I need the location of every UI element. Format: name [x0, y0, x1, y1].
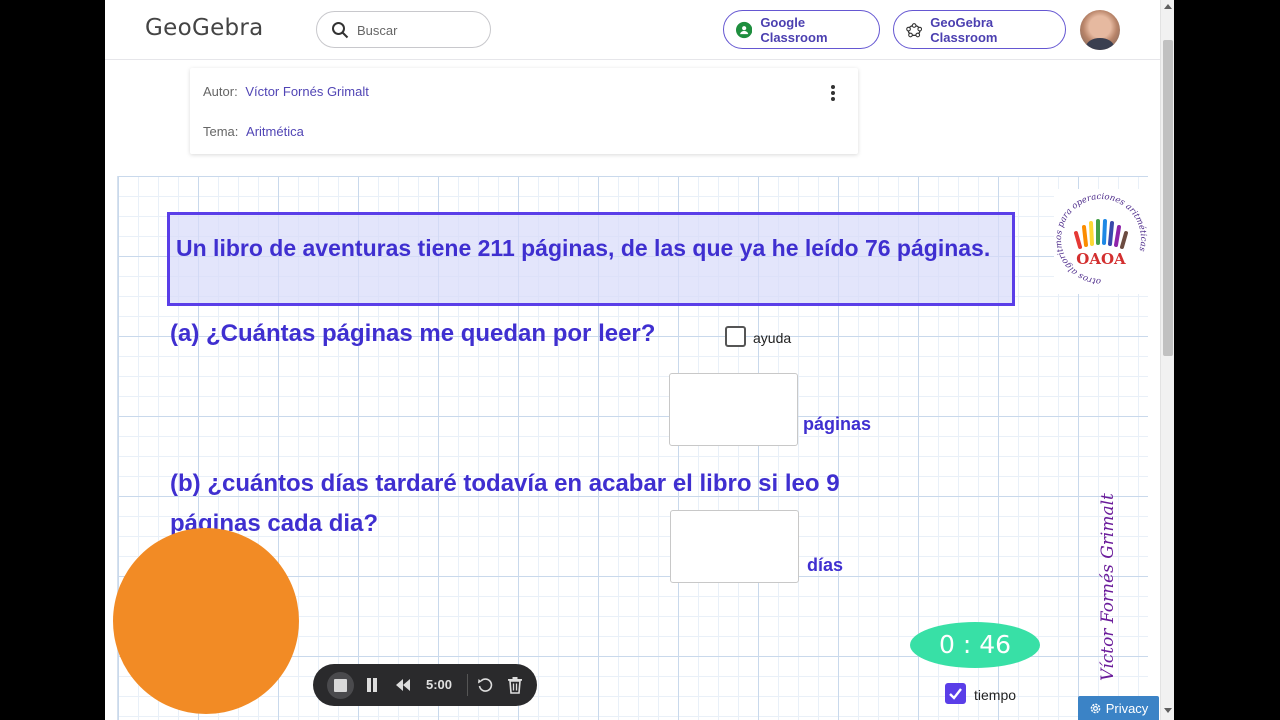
search-icon	[332, 22, 349, 39]
topic-link[interactable]: Aritmética	[246, 124, 304, 139]
geogebra-classroom-icon	[906, 22, 923, 37]
geogebra-classroom-label: GeoGebra Classroom	[930, 14, 998, 45]
timer-display: 0 : 46	[910, 622, 1040, 668]
rewind-icon[interactable]	[395, 678, 411, 692]
problem-statement-box: Un libro de aventuras tiene 211 páginas,…	[167, 212, 1015, 306]
author-row: Autor: Víctor Fornés Grimalt	[203, 84, 369, 99]
help-checkbox[interactable]	[725, 326, 746, 347]
geogebra-classroom-button[interactable]: GeoGebra Classroom	[893, 10, 1066, 49]
more-options-icon[interactable]	[826, 84, 840, 102]
topic-label: Tema:	[203, 124, 239, 139]
google-classroom-button[interactable]: Google Classroom	[723, 10, 880, 49]
stop-recording-button[interactable]	[327, 672, 354, 699]
scroll-up-icon[interactable]	[1164, 4, 1172, 9]
answer-a-unit: páginas	[803, 414, 872, 434]
trash-icon[interactable]	[507, 676, 523, 694]
author-link[interactable]: Víctor Fornés Grimalt	[245, 84, 369, 99]
author-signature-text: Víctor Fornés Grimalt	[1098, 493, 1118, 681]
scrollbar-thumb[interactable]	[1163, 40, 1173, 356]
site-header: GeoGebra Google Classroom	[105, 0, 1160, 60]
question-a: (a) ¿Cuántas páginas me quedan por leer?	[170, 320, 656, 347]
page-scrollbar[interactable]	[1160, 0, 1174, 720]
pause-icon[interactable]	[366, 678, 378, 692]
author-label: Autor:	[203, 84, 238, 99]
time-checkbox[interactable]	[945, 683, 966, 704]
answer-b-input[interactable]	[670, 510, 799, 583]
user-avatar[interactable]	[1080, 10, 1120, 50]
oaoa-logo: otros algoritmos para operaciones aritmé…	[1054, 189, 1149, 294]
geogebra-logo[interactable]: GeoGebra	[145, 15, 264, 41]
answer-b-unit: días	[807, 555, 844, 575]
screen-recorder-bar: 5:00	[313, 664, 537, 706]
gear-icon	[1090, 703, 1101, 713]
privacy-button[interactable]: Privacy	[1078, 696, 1159, 720]
topic-row: Tema: Aritmética	[203, 124, 304, 139]
check-icon	[949, 688, 962, 700]
privacy-label: Privacy	[1105, 700, 1149, 716]
time-label: tiempo	[974, 687, 1017, 703]
problem-text: Un libro de aventuras tiene 211 páginas,…	[176, 235, 991, 261]
help-label: ayuda	[753, 330, 792, 346]
geogebra-applet[interactable]: Un libro de aventuras tiene 211 páginas,…	[113, 176, 1149, 720]
oaoa-logo-graphic: otros algoritmos para operaciones aritmé…	[1054, 192, 1148, 286]
recording-time: 5:00	[426, 677, 453, 692]
material-info-card: Autor: Víctor Fornés Grimalt Tema: Aritm…	[190, 68, 858, 154]
oaoa-logo-text: OAOA	[1076, 250, 1126, 268]
recorder-divider	[467, 674, 468, 696]
restart-icon[interactable]	[477, 677, 493, 693]
scroll-down-icon[interactable]	[1164, 708, 1172, 713]
author-signature: Víctor Fornés Grimalt	[1058, 346, 1118, 681]
search-input[interactable]	[357, 20, 477, 40]
google-classroom-icon	[736, 21, 753, 38]
browser-viewport: GeoGebra Google Classroom	[105, 0, 1174, 720]
search-box[interactable]	[316, 11, 491, 48]
orange-circle-shape[interactable]	[113, 528, 299, 714]
answer-a-input[interactable]	[669, 373, 798, 446]
google-classroom-label: Google Classroom	[760, 14, 828, 45]
